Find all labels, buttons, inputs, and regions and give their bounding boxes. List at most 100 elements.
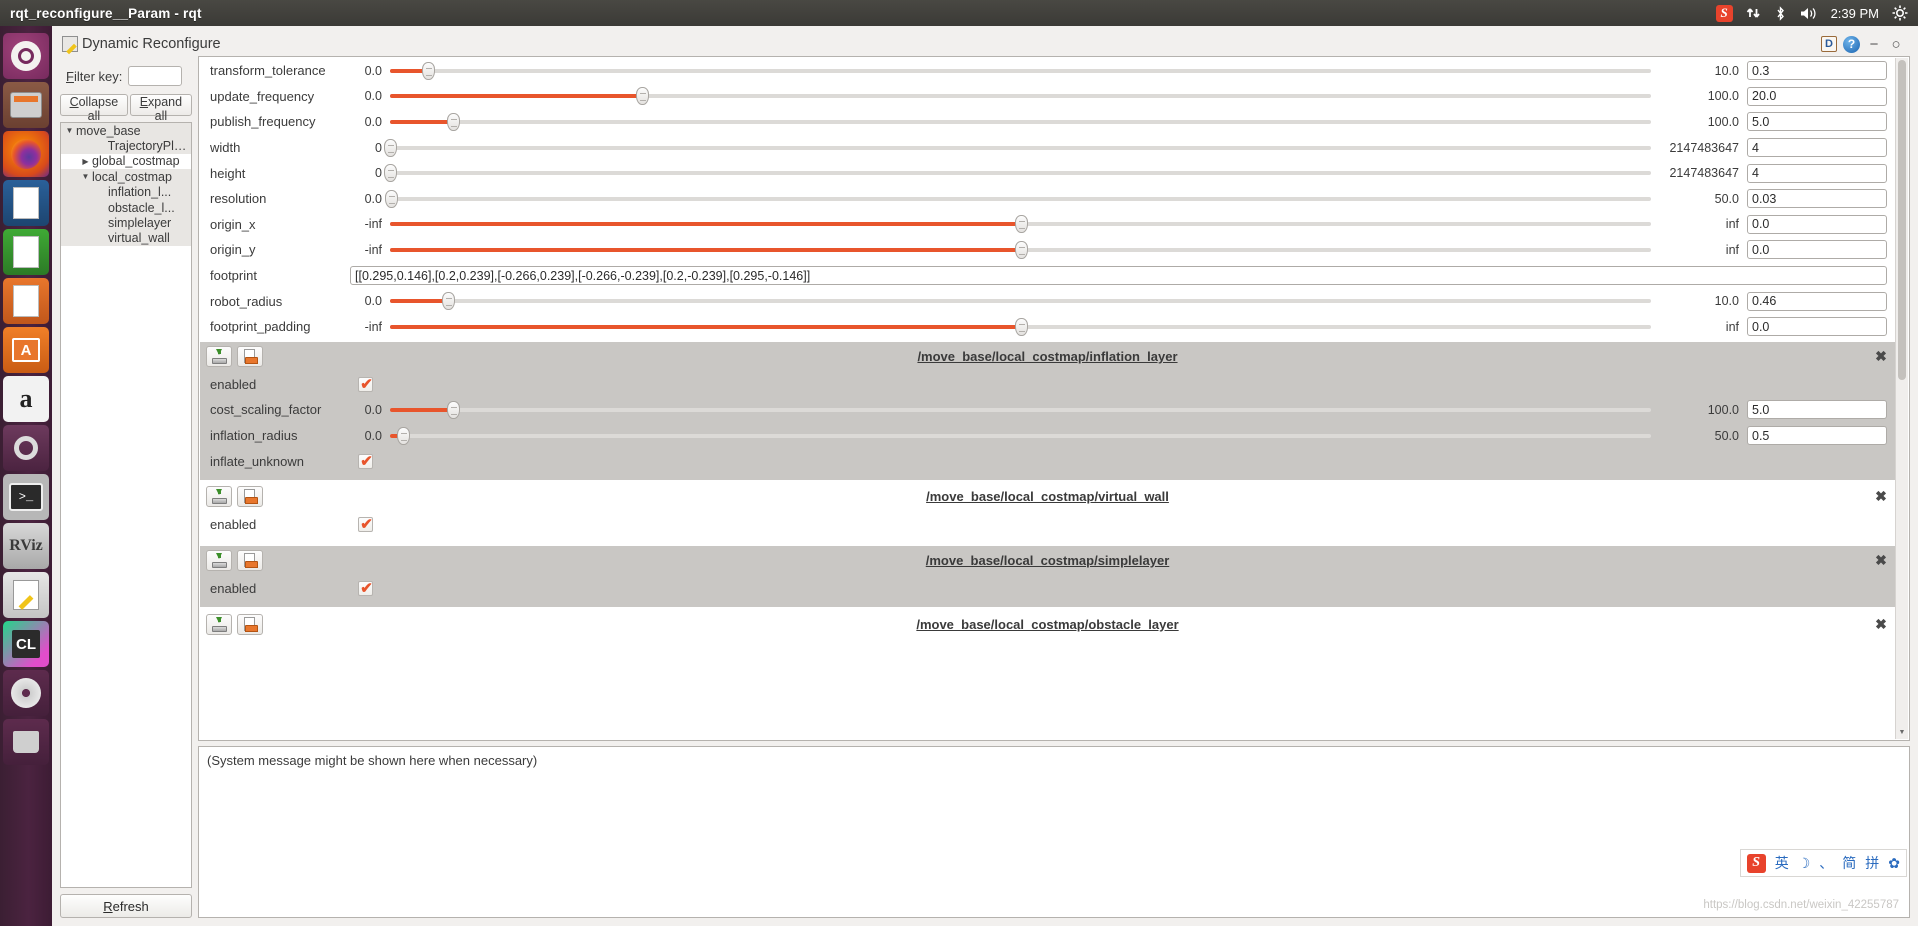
param-value-input[interactable]: 0.0	[1747, 317, 1887, 337]
filter-key-input[interactable]	[128, 66, 183, 86]
launcher-libreoffice-calc-icon[interactable]	[3, 229, 49, 275]
param-value-input[interactable]: 0.03	[1747, 189, 1887, 209]
launcher-trash-icon[interactable]	[3, 719, 49, 765]
node-tree[interactable]: ▼ move_base TrajectoryPla... ▶ global_costma…	[60, 122, 192, 888]
tree-item-inflation_l[interactable]: inflation_l...	[61, 184, 191, 200]
launcher-dvd-writer-icon[interactable]	[3, 670, 49, 716]
dock-widget-icon[interactable]: D	[1821, 36, 1837, 52]
group-close-button[interactable]: ✖	[1873, 348, 1889, 365]
clock[interactable]: 2:39 PM	[1831, 6, 1879, 21]
expand-all-button[interactable]: Expand all	[129, 94, 192, 123]
tree-expander-icon[interactable]: ▶	[79, 157, 92, 166]
slider-handle[interactable]	[384, 189, 398, 208]
group-title-link[interactable]: /move_base/local_costmap/inflation_layer	[200, 349, 1895, 364]
param-checkbox[interactable]	[358, 515, 374, 533]
tree-item-trajectorypla[interactable]: TrajectoryPla...	[61, 138, 191, 154]
open-file-icon[interactable]	[237, 486, 263, 508]
volume-icon[interactable]	[1800, 6, 1818, 21]
height-slider[interactable]	[384, 164, 1651, 183]
launcher-ubuntu-dash-icon[interactable]	[3, 33, 49, 79]
param-checkbox[interactable]	[358, 375, 374, 393]
launcher-files-icon[interactable]	[3, 82, 49, 128]
cost_scaling_factor-slider[interactable]	[390, 400, 1651, 419]
launcher-system-settings-icon[interactable]	[3, 425, 49, 471]
inflation_radius-slider[interactable]	[390, 426, 1651, 445]
launcher-libreoffice-writer-icon[interactable]	[3, 180, 49, 226]
param-checkbox[interactable]	[358, 579, 374, 597]
tree-item-simplelayer[interactable]: simplelayer	[61, 215, 191, 231]
publish_frequency-slider[interactable]	[390, 112, 1651, 131]
collapse-all-button[interactable]: Collapse all	[60, 94, 128, 123]
slider-handle[interactable]	[396, 426, 410, 445]
slider-handle[interactable]	[384, 164, 397, 183]
slider-handle[interactable]	[421, 61, 435, 80]
param-value-input[interactable]: 4	[1747, 163, 1887, 183]
launcher-firefox-icon[interactable]	[3, 131, 49, 177]
sogou-ime-bar[interactable]: S 英 ☽ 、 简 拼 ✿	[1739, 849, 1907, 877]
ime-moon-icon[interactable]: ☽	[1798, 855, 1811, 872]
param-value-input[interactable]: 20.0	[1747, 86, 1887, 106]
slider-handle[interactable]	[442, 292, 455, 311]
launcher-terminal-icon[interactable]: >_	[3, 474, 49, 520]
param-value-input[interactable]: 0.3	[1747, 61, 1887, 81]
origin_y-slider[interactable]	[390, 240, 1651, 259]
param-value-input[interactable]: 5.0	[1747, 112, 1887, 132]
ime-simplified-toggle[interactable]: 简	[1842, 853, 1856, 873]
param-value-input[interactable]: 0.5	[1747, 426, 1887, 446]
resolution-slider[interactable]	[384, 189, 1651, 208]
param-value-input[interactable]: 0.0	[1747, 214, 1887, 234]
slider-handle[interactable]	[384, 138, 397, 157]
open-file-icon[interactable]	[237, 613, 263, 635]
param-value-input[interactable]: 0.0	[1747, 240, 1887, 260]
save-icon[interactable]	[206, 346, 232, 368]
ime-punctuation-icon[interactable]: 、	[1819, 853, 1833, 873]
ime-lang-toggle[interactable]: 英	[1775, 853, 1789, 873]
launcher-libreoffice-impress-icon[interactable]	[3, 278, 49, 324]
slider-handle[interactable]	[636, 87, 650, 106]
help-icon[interactable]: ?	[1843, 35, 1860, 53]
open-file-icon[interactable]	[237, 346, 263, 368]
param-value-input[interactable]: 5.0	[1747, 400, 1887, 420]
transform_tolerance-slider[interactable]	[390, 61, 1651, 80]
origin_x-slider[interactable]	[390, 215, 1651, 234]
save-icon[interactable]	[206, 613, 232, 635]
ime-pinyin-toggle[interactable]: 拼	[1865, 853, 1879, 873]
param-text-input[interactable]: [[0.295,0.146],[0.2,0.239],[-0.266,0.239…	[350, 266, 1887, 286]
tree-expander-icon[interactable]: ▼	[79, 172, 92, 181]
minimize-button[interactable]: −	[1866, 36, 1882, 53]
system-gear-icon[interactable]	[1892, 5, 1908, 21]
param-value-input[interactable]: 0.46	[1747, 291, 1887, 311]
launcher-ubuntu-software-icon[interactable]: A	[3, 327, 49, 373]
vertical-scrollbar[interactable]: ▲ ▼	[1895, 58, 1908, 739]
tree-item-local_costmap[interactable]: ▼ local_costmap	[61, 169, 191, 185]
save-icon[interactable]	[206, 550, 232, 571]
param-checkbox[interactable]	[358, 452, 374, 470]
update_frequency-slider[interactable]	[390, 87, 1651, 106]
width-slider[interactable]	[384, 138, 1651, 157]
tree-expander-icon[interactable]: ▼	[63, 126, 76, 135]
save-icon[interactable]	[206, 486, 232, 508]
sogou-tray-icon[interactable]: S	[1715, 4, 1733, 22]
launcher-rviz-icon[interactable]: RViz	[3, 523, 49, 569]
group-title-link[interactable]: /move_base/local_costmap/simplelayer	[200, 553, 1895, 568]
group-title-link[interactable]: /move_base/local_costmap/virtual_wall	[200, 489, 1895, 504]
slider-handle[interactable]	[447, 400, 461, 419]
group-title-link[interactable]: /move_base/local_costmap/obstacle_layer	[200, 617, 1895, 632]
launcher-text-editor-icon[interactable]	[3, 572, 49, 618]
tree-item-global_costmap[interactable]: ▶ global_costmap	[61, 153, 191, 170]
launcher-amazon-icon[interactable]: a	[3, 376, 49, 422]
maximize-button[interactable]: ○	[1888, 36, 1904, 53]
network-updown-icon[interactable]	[1746, 6, 1761, 21]
robot_radius-slider[interactable]	[390, 292, 1651, 311]
scrollbar-thumb[interactable]	[1898, 60, 1906, 380]
slider-handle[interactable]	[1014, 215, 1028, 234]
group-close-button[interactable]: ✖	[1873, 552, 1889, 569]
slider-handle[interactable]	[1014, 317, 1028, 336]
ime-settings-gear-icon[interactable]: ✿	[1888, 855, 1900, 872]
slider-handle[interactable]	[1014, 240, 1028, 259]
slider-handle[interactable]	[447, 112, 461, 131]
footprint_padding-slider[interactable]	[390, 317, 1651, 336]
group-close-button[interactable]: ✖	[1873, 616, 1889, 633]
tree-item-virtual_wall[interactable]: virtual_wall	[61, 230, 191, 247]
launcher-clion-icon[interactable]: CL	[3, 621, 49, 667]
